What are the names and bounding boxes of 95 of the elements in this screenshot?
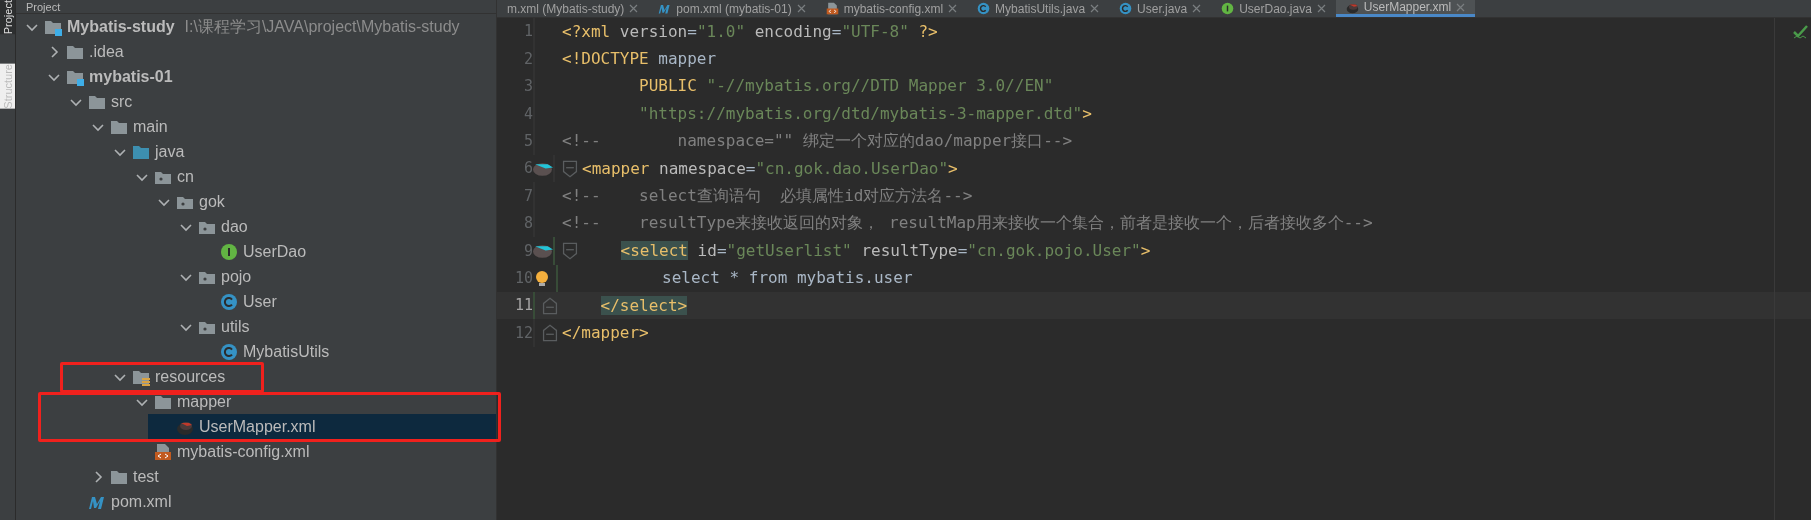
fold-icon bbox=[541, 297, 559, 316]
tree-item-label: UserMapper.xml bbox=[199, 416, 316, 437]
line-number: 3 bbox=[522, 76, 533, 98]
class-icon bbox=[220, 292, 238, 311]
tree-item[interactable]: mapper bbox=[126, 389, 496, 414]
tree-item-label: User bbox=[243, 291, 277, 312]
tree-item-label: mybatis-01 bbox=[89, 66, 173, 87]
line-number: 2 bbox=[522, 48, 533, 70]
line-number: 9 bbox=[522, 240, 533, 262]
tree-item[interactable]: mybatis-config.xml bbox=[126, 439, 496, 464]
tree-item[interactable]: UserDao bbox=[192, 239, 496, 264]
tool-window-tab[interactable]: Project bbox=[0, 0, 15, 35]
editor-tab[interactable]: UserDao.java bbox=[1211, 0, 1336, 17]
code-text: <select id="getUserlist" resultType="cn.gok.pojo.User"> bbox=[619, 239, 1151, 262]
tree-item[interactable]: MybatisUtils bbox=[192, 339, 496, 364]
tree-item[interactable]: cn bbox=[126, 164, 496, 189]
code-text: <?xml version="1.0" encoding="UTF-8" ?> bbox=[562, 20, 938, 43]
tree-item[interactable]: .idea bbox=[38, 39, 496, 64]
code-text: "https://mybatis.org/dtd/mybatis-3-mapper.dtd"> bbox=[638, 102, 1092, 125]
tree-item-label: mapper bbox=[177, 391, 232, 412]
close-icon bbox=[796, 4, 806, 13]
tree-item-label: mybatis-config.xml bbox=[177, 441, 310, 462]
tree-item-label: utils bbox=[221, 316, 250, 337]
fold-icon bbox=[561, 160, 579, 179]
editor-tab[interactable]: mybatis-config.xml bbox=[815, 0, 968, 17]
line-number: 6 bbox=[522, 158, 533, 180]
line-number: 1 bbox=[522, 21, 533, 43]
close-icon bbox=[629, 4, 639, 13]
code-text: select * from mybatis.user bbox=[661, 267, 913, 290]
tree-item[interactable]: pom.xml bbox=[60, 489, 496, 514]
code-text: <mapper namespace="cn.gok.dao.UserDao"> bbox=[582, 157, 958, 180]
tree-item-label: cn bbox=[177, 166, 194, 187]
tree-item-label: dao bbox=[221, 216, 248, 237]
code-text: </mapper> bbox=[562, 322, 649, 344]
class-icon bbox=[220, 342, 238, 361]
tree-item-label: main bbox=[133, 116, 168, 137]
tree-item[interactable]: src bbox=[60, 89, 496, 114]
tree-item[interactable]: java bbox=[104, 139, 496, 164]
tree-item-label: pom.xml bbox=[111, 491, 172, 512]
line-number: 7 bbox=[522, 185, 533, 207]
tree-item[interactable]: mybatis-01 bbox=[38, 64, 496, 89]
lightbulb-icon bbox=[533, 269, 551, 288]
tree-item-label: .idea bbox=[89, 41, 124, 62]
tree-item[interactable]: gok bbox=[148, 189, 496, 214]
tree-item[interactable]: main bbox=[82, 114, 496, 139]
fold-icon bbox=[541, 324, 559, 343]
code-text: <!-- resultType来接收返回的对象， resultMap用来接收一个集合，前者是接收一个，后者接收多个--> bbox=[562, 212, 1373, 235]
tree-item[interactable]: User bbox=[192, 289, 496, 314]
close-icon bbox=[1192, 4, 1202, 13]
close-icon bbox=[948, 4, 958, 13]
code-text: <!DOCTYPE mapper bbox=[562, 48, 717, 71]
tree-item[interactable]: test bbox=[82, 464, 496, 489]
tree-item-label: Mybatis-study bbox=[67, 16, 175, 37]
editor-tab[interactable]: m.xml (Mybatis-study) bbox=[497, 0, 649, 17]
xml-file-icon bbox=[154, 442, 172, 461]
tree-item-label: MybatisUtils bbox=[243, 341, 330, 362]
tree-item-label: test bbox=[133, 466, 159, 487]
tree-item-label: resources bbox=[155, 366, 226, 387]
line-number: 10 bbox=[513, 267, 533, 289]
tree-item[interactable]: UserMapper.xml bbox=[148, 414, 496, 439]
editor-tab[interactable]: MybatisUtils.java bbox=[967, 0, 1110, 17]
tree-item[interactable]: dao bbox=[170, 214, 496, 239]
line-number: 4 bbox=[522, 103, 533, 125]
close-icon bbox=[1090, 4, 1100, 13]
tree-item[interactable]: utils bbox=[170, 314, 496, 339]
line-number: 8 bbox=[522, 213, 533, 235]
code-text: <!-- namespace="" 绑定一个对应的dao/mapper接口--> bbox=[562, 130, 1073, 153]
project-path: I:\课程学习\JAVA\project\Mybatis-study bbox=[184, 16, 460, 37]
code-text: </select> bbox=[599, 294, 688, 317]
check-icon bbox=[1793, 24, 1809, 40]
tree-item[interactable]: Mybatis-study I:\课程学习\JAVA\project\Mybatis-study bbox=[16, 14, 496, 39]
tree-item-label: pojo bbox=[221, 266, 252, 287]
close-icon bbox=[1316, 4, 1326, 13]
line-number: 11 bbox=[513, 295, 533, 317]
bird-icon bbox=[533, 244, 553, 258]
close-icon bbox=[1456, 2, 1466, 12]
maven-m-icon bbox=[658, 2, 672, 15]
tree-item-label: UserDao bbox=[243, 241, 307, 262]
line-number: 5 bbox=[522, 131, 533, 152]
xml-file-icon bbox=[825, 2, 839, 15]
editor-tab[interactable]: User.java bbox=[1109, 0, 1212, 17]
line-number: 12 bbox=[513, 322, 533, 344]
tree-item-label: gok bbox=[199, 191, 225, 212]
code-text: <!-- select查询语句 必填属性id对应方法名--> bbox=[562, 185, 973, 208]
tree-item-label: java bbox=[155, 141, 185, 162]
tree-item[interactable]: resources bbox=[104, 364, 496, 389]
interface-icon bbox=[220, 242, 238, 261]
tree-item[interactable]: pojo bbox=[170, 264, 496, 289]
fold-icon bbox=[561, 242, 579, 261]
panel-title: Project bbox=[26, 1, 61, 13]
tree-item-label: src bbox=[111, 91, 133, 112]
bird-icon bbox=[533, 162, 553, 176]
code-text: PUBLIC "-//mybatis.org//DTD Mapper 3.0//EN" bbox=[638, 75, 1054, 98]
editor-tab[interactable]: pom.xml (mybatis-01) bbox=[648, 0, 816, 17]
editor-tab[interactable]: UserMapper.xml bbox=[1335, 0, 1476, 17]
